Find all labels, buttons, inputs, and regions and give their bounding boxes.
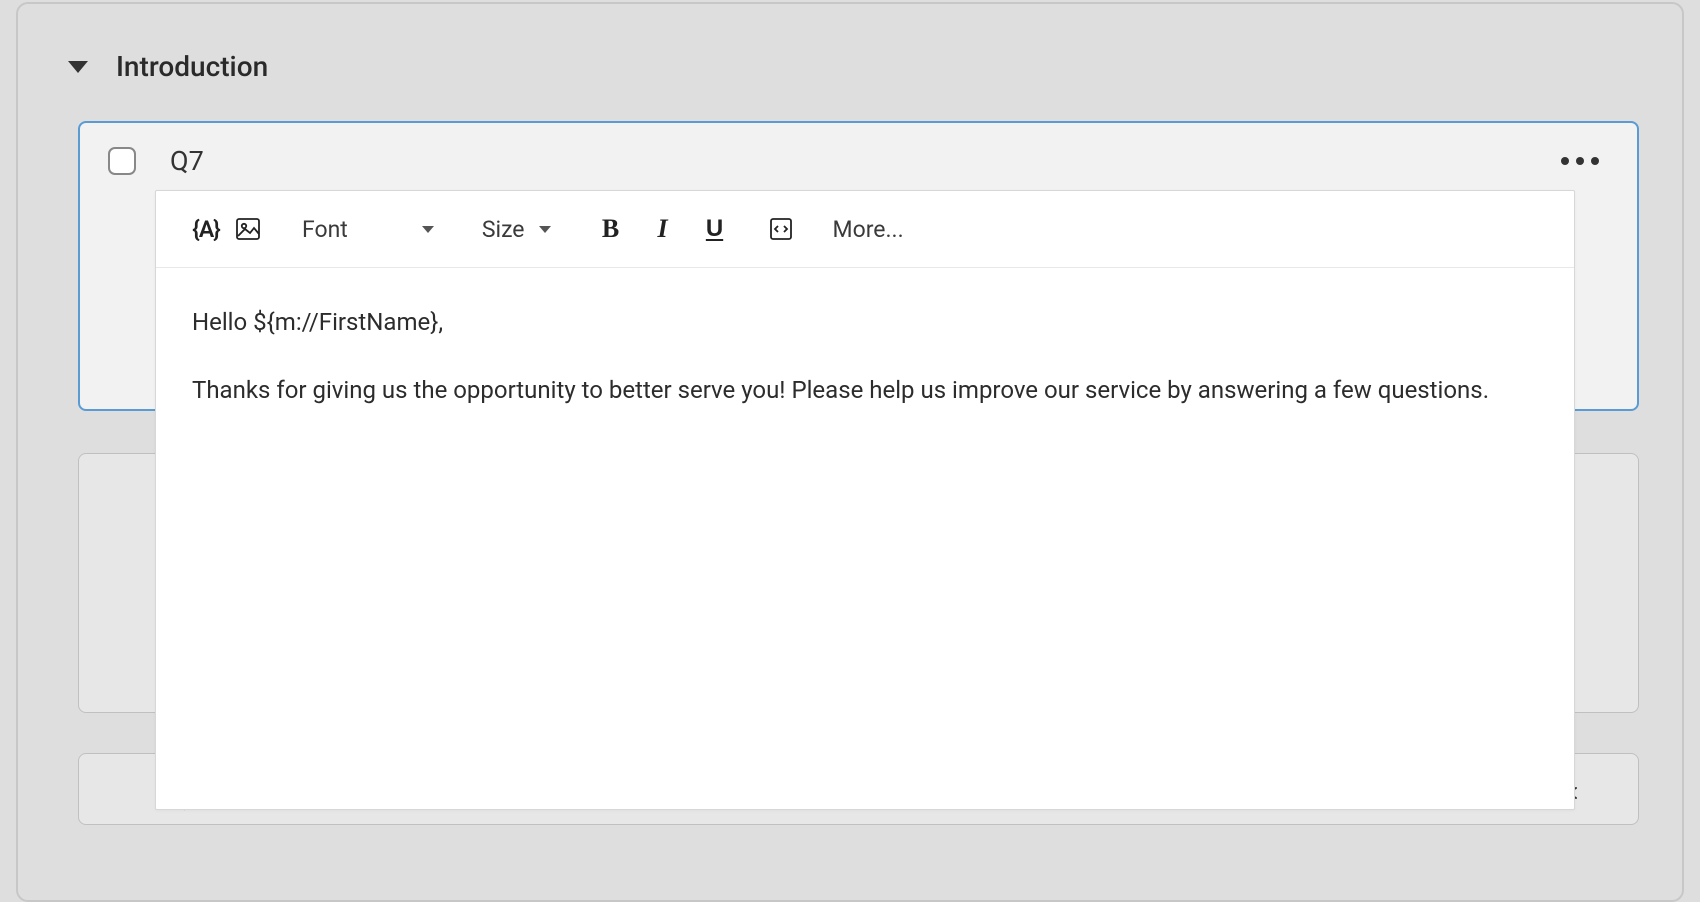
chevron-down-icon [422, 226, 434, 233]
chevron-down-icon [539, 226, 551, 233]
dot-icon [1591, 157, 1599, 165]
underline-button[interactable]: U [695, 209, 735, 249]
font-label: Font [302, 216, 348, 243]
bold-button[interactable]: B [591, 209, 631, 249]
question-card-selected[interactable]: Q7 {A} [78, 121, 1639, 411]
dot-icon [1561, 157, 1569, 165]
section-title[interactable]: Introduction [116, 50, 268, 83]
question-select-checkbox[interactable] [108, 147, 136, 175]
code-icon [770, 218, 792, 240]
survey-block-panel: Introduction Q7 {A} [16, 2, 1684, 902]
more-button[interactable]: More... [817, 216, 920, 243]
question-more-menu[interactable] [1553, 149, 1607, 173]
font-dropdown[interactable]: Font [288, 216, 448, 243]
more-label: More... [833, 216, 904, 243]
image-icon [236, 218, 260, 240]
bold-icon: B [602, 214, 619, 244]
source-button[interactable] [761, 209, 801, 249]
size-label: Size [482, 216, 525, 243]
question-header-row: Q7 [80, 123, 1637, 187]
question-id-label: Q7 [170, 145, 204, 177]
editor-toolbar: {A} Font Size [156, 191, 1574, 268]
collapse-icon[interactable] [68, 61, 88, 73]
italic-button[interactable]: I [643, 209, 683, 249]
piped-text-icon: {A} [192, 216, 220, 243]
editor-content-area[interactable]: Hello ${m://FirstName}, Thanks for givin… [156, 268, 1574, 479]
insert-image-button[interactable] [228, 209, 268, 249]
size-dropdown[interactable]: Size [468, 216, 565, 243]
rich-text-editor: {A} Font Size [155, 190, 1575, 810]
italic-icon: I [657, 214, 667, 244]
section-header: Introduction [18, 4, 1682, 83]
editor-line: Thanks for giving us the opportunity to … [192, 374, 1538, 408]
underline-icon: U [706, 215, 723, 243]
dot-icon [1576, 157, 1584, 165]
editor-line: Hello ${m://FirstName}, [192, 306, 1538, 340]
piped-text-button[interactable]: {A} [186, 209, 226, 249]
